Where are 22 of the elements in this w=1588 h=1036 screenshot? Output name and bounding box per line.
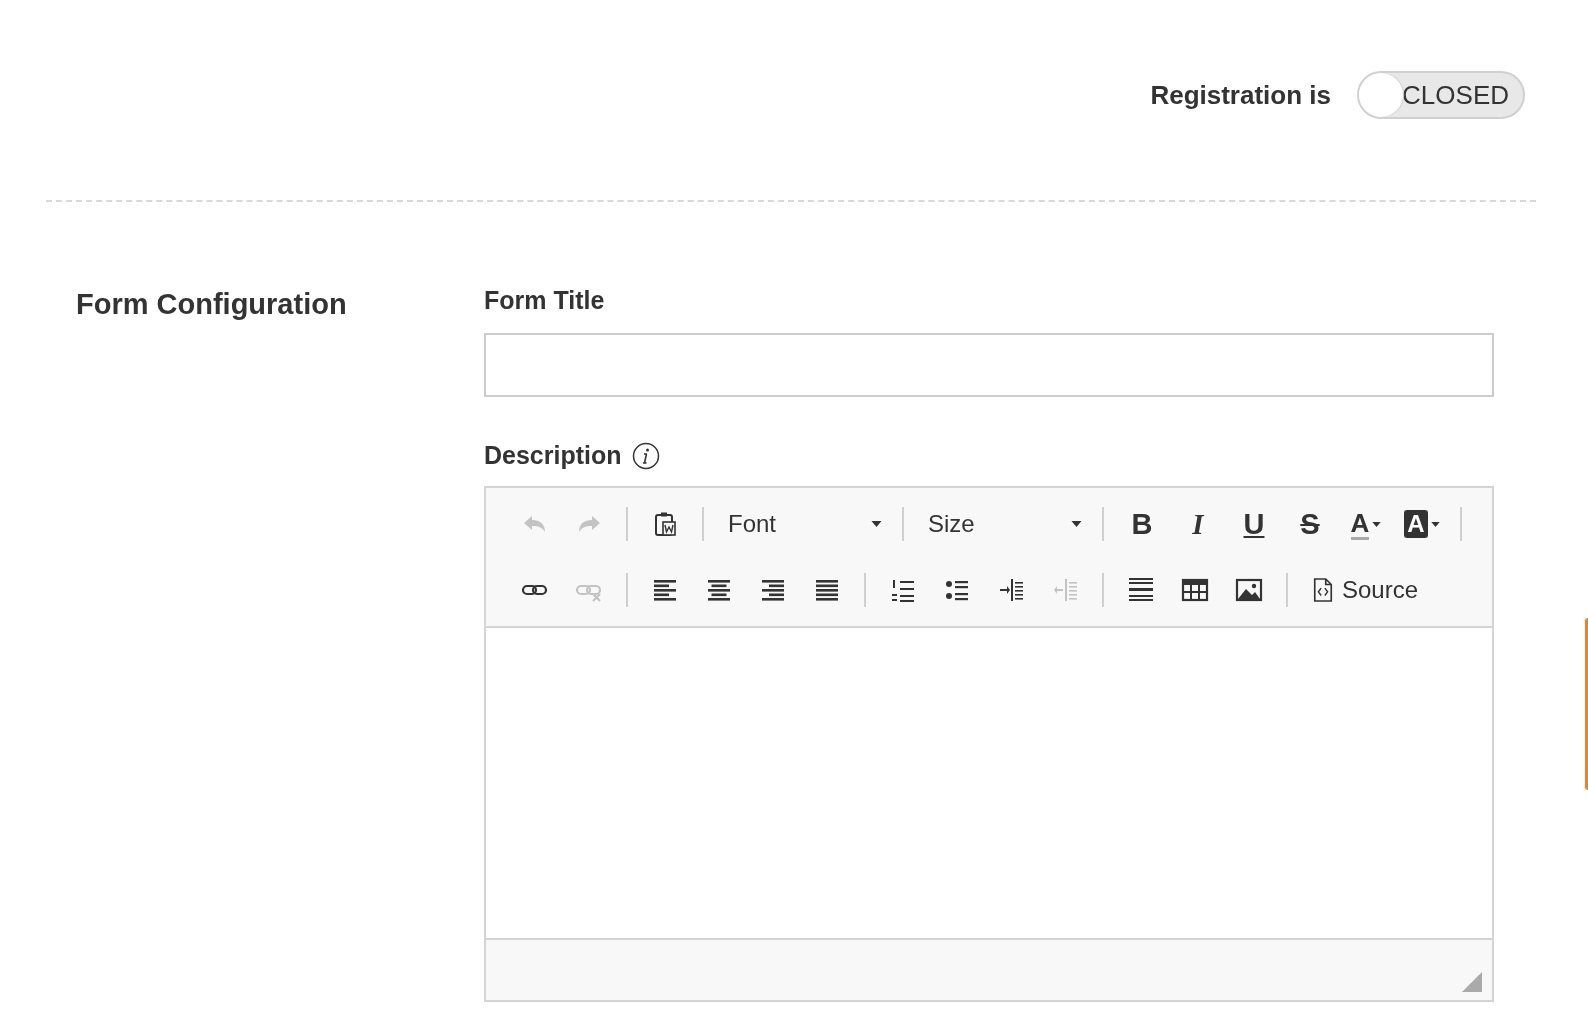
text-color-button[interactable]: A bbox=[1344, 506, 1388, 542]
info-icon[interactable] bbox=[631, 441, 660, 470]
caret-icon bbox=[1372, 521, 1382, 527]
source-button[interactable]: Source bbox=[1306, 572, 1425, 608]
caret-icon bbox=[1071, 521, 1082, 527]
field-label: Description bbox=[484, 441, 622, 470]
background-color-button[interactable]: A bbox=[1400, 506, 1444, 542]
form-title-input[interactable] bbox=[484, 333, 1494, 397]
code-file-icon bbox=[1312, 577, 1334, 603]
caret-icon bbox=[871, 521, 882, 527]
caret-icon bbox=[1430, 521, 1440, 527]
italic-button[interactable]: I bbox=[1176, 506, 1220, 542]
field-label: Form Title bbox=[484, 286, 606, 315]
registration-label: Registration is bbox=[1150, 79, 1331, 111]
section-title: Form Configuration bbox=[76, 288, 348, 321]
dropdown[interactable]: Font bbox=[714, 506, 892, 542]
registration-toggle[interactable]: CLOSED bbox=[1357, 71, 1525, 119]
resize-handle-icon[interactable] bbox=[1462, 972, 1482, 992]
dropdown[interactable]: Size bbox=[914, 506, 1092, 542]
strikethrough-button[interactable]: S bbox=[1288, 506, 1332, 542]
bold-button[interactable]: B bbox=[1120, 506, 1164, 542]
underline-button[interactable]: U bbox=[1232, 506, 1276, 542]
